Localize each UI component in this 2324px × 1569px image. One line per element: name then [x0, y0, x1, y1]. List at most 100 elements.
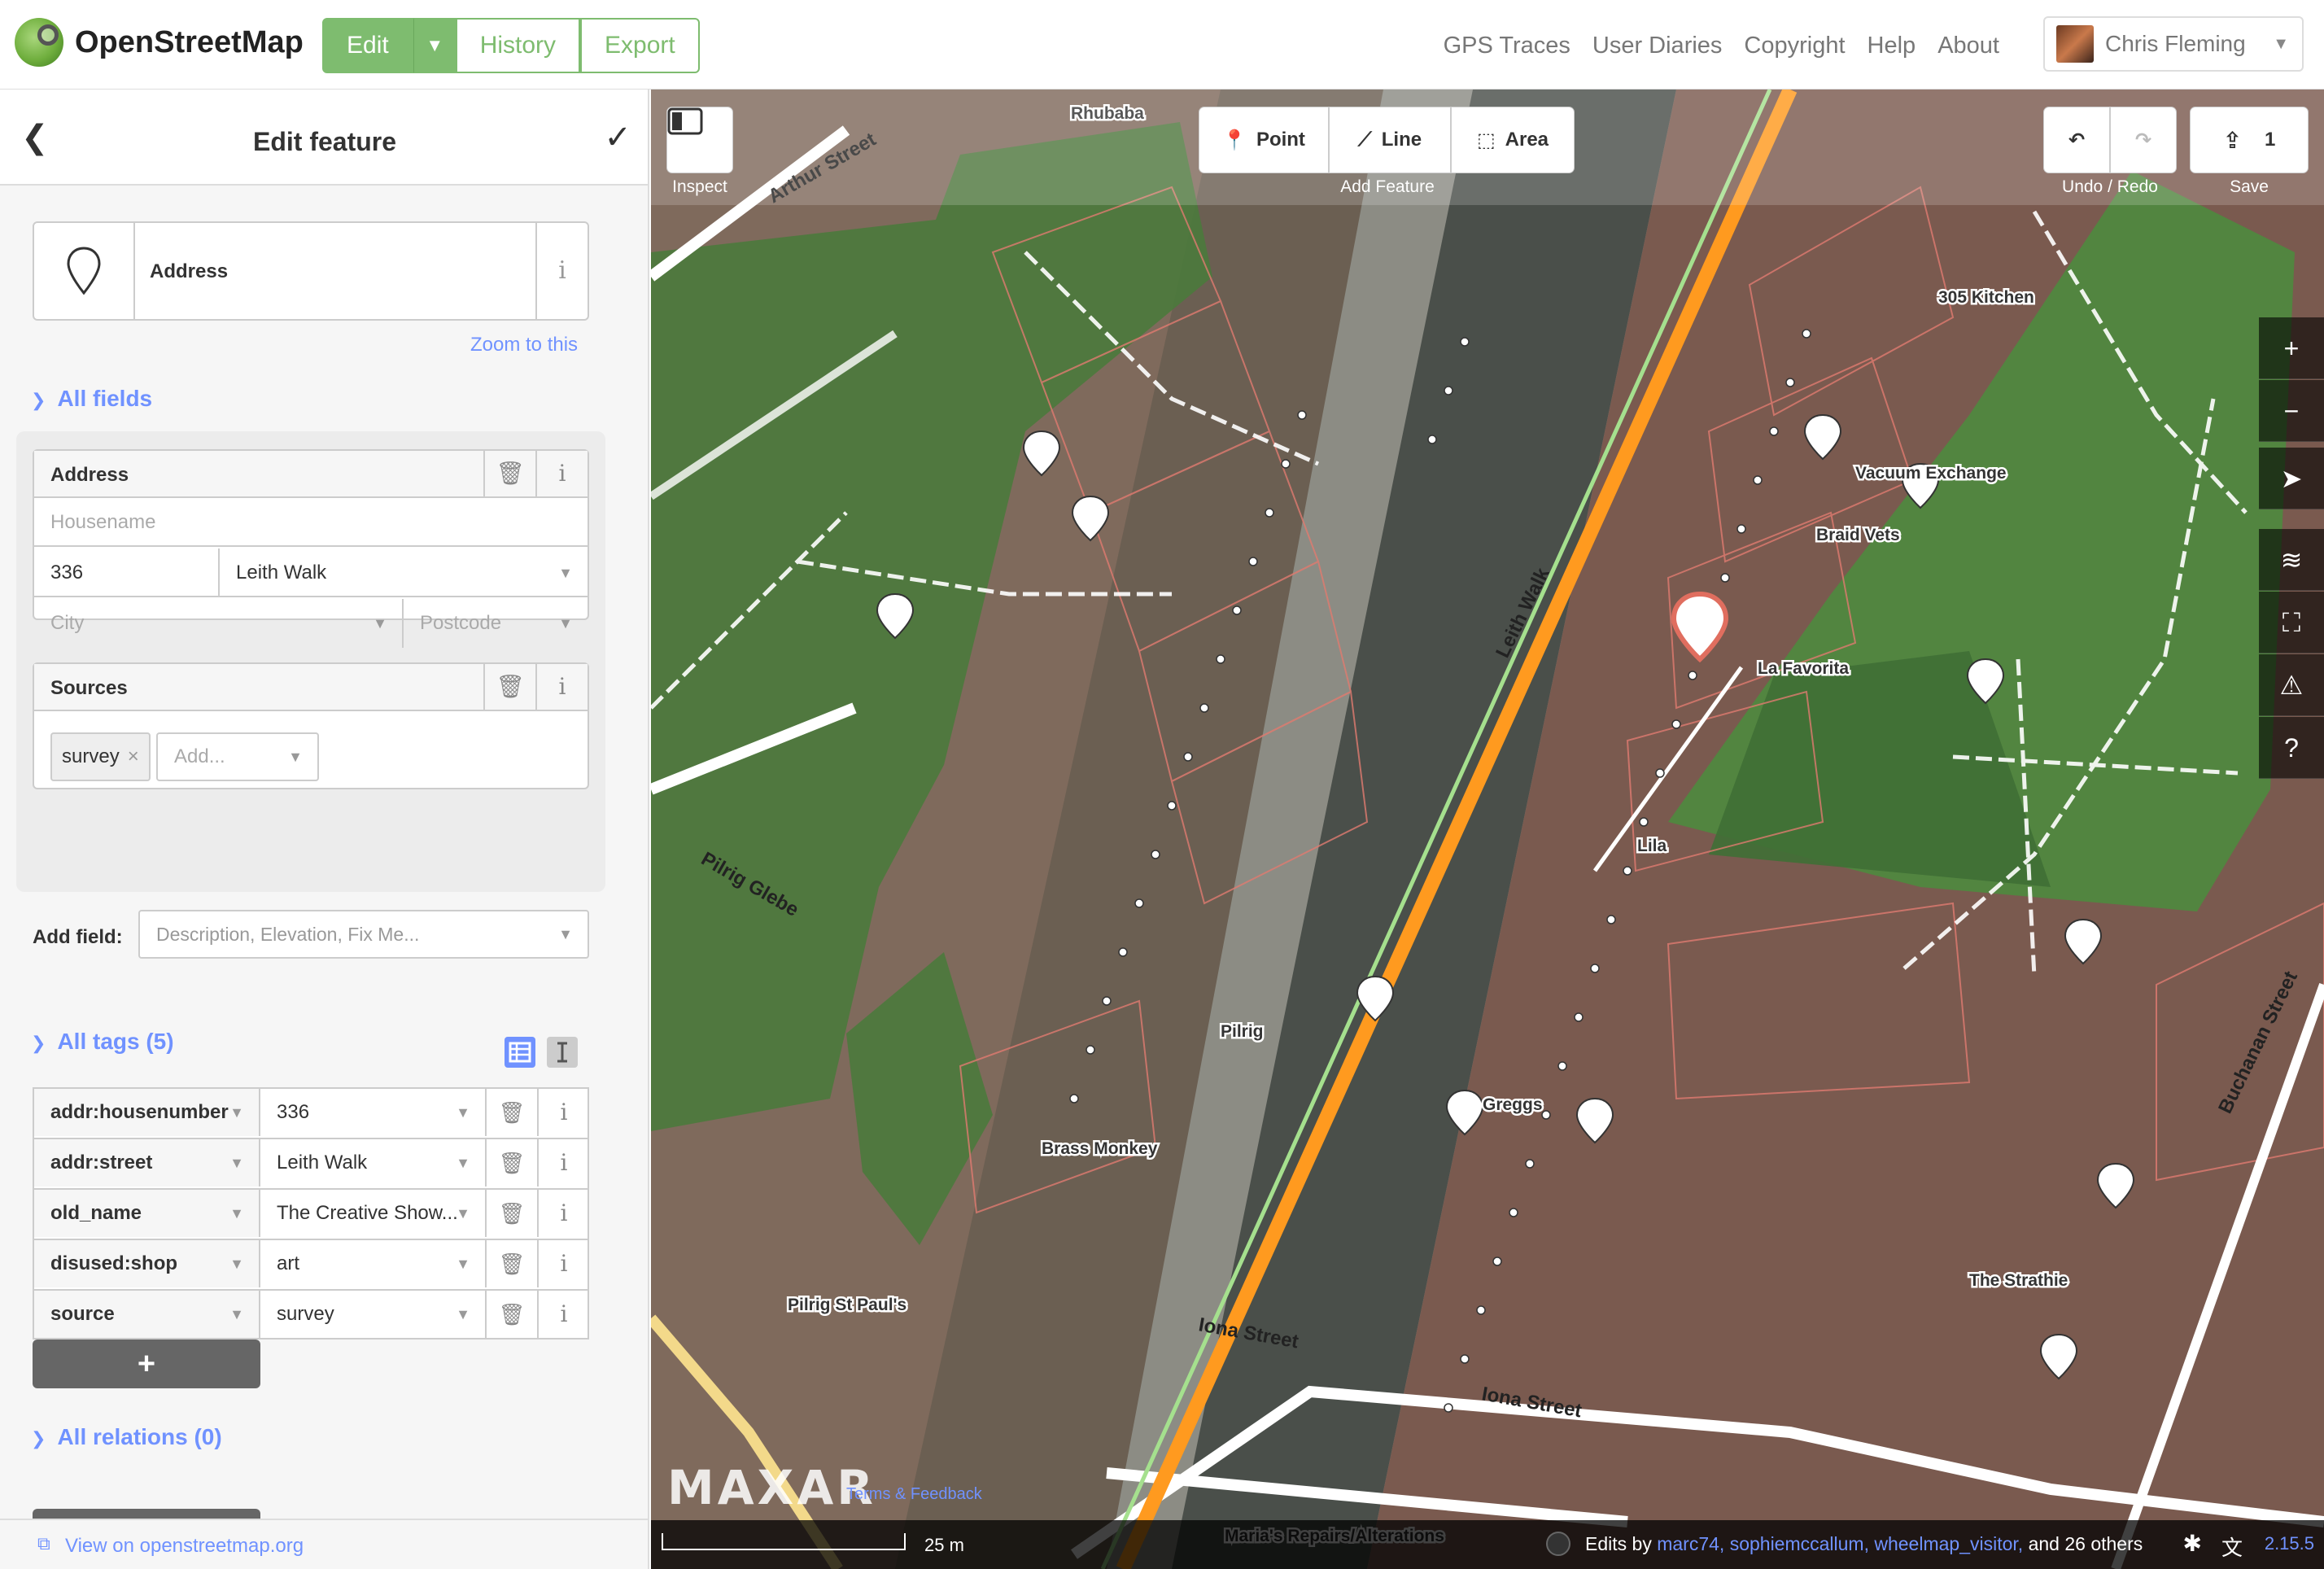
inspector-title: Edit feature	[252, 127, 397, 156]
language-icon[interactable]: 文	[2221, 1532, 2243, 1562]
nav-link-gps-traces[interactable]: GPS Traces	[1444, 33, 1570, 59]
list-view-icon[interactable]	[505, 1037, 535, 1068]
add-area-button[interactable]: ⬚ Area	[1452, 107, 1574, 173]
undo-icon[interactable]: ↶	[2044, 107, 2109, 173]
add-source-combo[interactable]: Add... ▼	[156, 732, 319, 781]
chevron-down-icon: ▼	[2273, 34, 2289, 53]
add-tag-button[interactable]: +	[33, 1340, 260, 1388]
tag-value: Leith Walk	[277, 1152, 368, 1173]
sources-field-label: Sources 🗑 i	[34, 664, 588, 711]
trash-icon[interactable]: 🗑	[487, 1089, 539, 1136]
tag-row: disused:shop ▼ art ▼ 🗑 i	[33, 1239, 589, 1289]
tag-key-combo[interactable]: addr:housenumber ▼	[34, 1089, 260, 1136]
sources-chips: survey × Add... ▼	[34, 711, 588, 788]
add-field-combo[interactable]: Description, Elevation, Fix Me... ▼	[138, 910, 589, 959]
edit-button[interactable]: Edit	[322, 18, 413, 73]
info-icon[interactable]: i	[539, 1240, 589, 1287]
avatar	[2056, 25, 2094, 63]
preset-info-icon[interactable]: i	[535, 223, 588, 319]
done-check-icon[interactable]: ✓	[604, 119, 631, 156]
osm-logo-icon	[15, 18, 63, 67]
nav-link-about[interactable]: About	[1937, 33, 1999, 59]
redo-icon[interactable]: ↷	[2111, 107, 2176, 173]
info-icon[interactable]: i	[539, 1089, 589, 1136]
history-button[interactable]: History	[456, 18, 581, 73]
tag-key-combo[interactable]: source ▼	[34, 1291, 260, 1338]
all-relations-toggle[interactable]: ❯ All relations (0)	[31, 1424, 222, 1450]
tag-key-combo[interactable]: disused:shop ▼	[34, 1240, 260, 1287]
trash-icon[interactable]: 🗑	[487, 1291, 539, 1338]
all-tags-label: All tags (5)	[57, 1029, 174, 1054]
info-icon[interactable]: i	[539, 1291, 589, 1338]
add-field-placeholder: Description, Elevation, Fix Me...	[156, 924, 420, 945]
save-count: 1	[2265, 129, 2276, 151]
info-icon[interactable]: i	[539, 1190, 589, 1237]
address-field: Address 🗑 i Housename 336 Leith Walk ▼ C…	[33, 449, 589, 648]
map-data-icon[interactable]: ⛶	[2259, 592, 2324, 653]
zoom-to-link[interactable]: Zoom to this	[470, 334, 578, 356]
nav-link-help[interactable]: Help	[1868, 33, 1916, 59]
user-menu[interactable]: Chris Fleming ▼	[2043, 16, 2304, 72]
trash-icon[interactable]: 🗑	[487, 1240, 539, 1287]
issues-warning-icon[interactable]: ⚠	[2259, 654, 2324, 716]
city-combo[interactable]: City ▼	[34, 599, 404, 648]
add-line-button[interactable]: ⟋ Line	[1330, 107, 1450, 173]
save-button[interactable]: ⇪ 1	[2191, 107, 2308, 173]
nav-link-user-diaries[interactable]: User Diaries	[1592, 33, 1723, 59]
geolocate-icon[interactable]: ➤	[2259, 448, 2324, 509]
street-value: Leith Walk	[236, 562, 327, 583]
tag-value-combo[interactable]: art ▼	[260, 1240, 487, 1287]
edit-dropdown-caret-icon[interactable]: ▼	[413, 18, 457, 73]
text-view-icon[interactable]	[547, 1037, 578, 1068]
undo-redo-label: Undo / Redo	[2062, 177, 2158, 196]
tag-value-combo[interactable]: Leith Walk ▼	[260, 1139, 487, 1187]
chevron-down-icon: ▼	[229, 1205, 244, 1222]
version-link[interactable]: 2.15.5	[2265, 1533, 2314, 1554]
zoom-in-icon[interactable]: +	[2259, 317, 2324, 379]
trash-icon[interactable]: 🗑	[483, 664, 535, 710]
housename-input[interactable]: Housename	[34, 498, 588, 547]
view-on-osm-link[interactable]: View on openstreetmap.org	[65, 1535, 304, 1558]
osm-logo[interactable]: OpenStreetMap	[15, 18, 304, 67]
help-icon[interactable]: ?	[2259, 717, 2324, 779]
source-chip[interactable]: survey ×	[50, 732, 151, 781]
editor-links[interactable]: marc74, sophiemccallum, wheelmap_visitor…	[1657, 1533, 2023, 1554]
area-icon: ⬚	[1476, 129, 1496, 151]
edits-attribution: Edits by marc74, sophiemccallum, wheelma…	[1585, 1533, 2143, 1555]
external-link-icon: ⧉	[37, 1533, 50, 1554]
history-panel-icon[interactable]	[1546, 1532, 1570, 1556]
tag-value-combo[interactable]: The Creative Show... ▼	[260, 1190, 487, 1237]
add-point-button[interactable]: 📍 Point	[1199, 107, 1328, 173]
info-icon[interactable]: i	[535, 664, 588, 710]
source-chip-label: survey	[62, 745, 120, 767]
sidebar-toggle-icon[interactable]	[667, 107, 732, 173]
preset-button[interactable]: Address i	[33, 221, 589, 321]
line-icon: ⟋	[1357, 129, 1372, 151]
tag-key-combo[interactable]: old_name ▼	[34, 1190, 260, 1237]
street-combo[interactable]: Leith Walk ▼	[220, 548, 588, 597]
zoom-out-icon[interactable]: −	[2259, 380, 2324, 442]
export-button[interactable]: Export	[580, 18, 700, 73]
nav-link-copyright[interactable]: Copyright	[1744, 33, 1845, 59]
terms-feedback-link[interactable]: Terms & Feedback	[846, 1485, 982, 1504]
tag-value-combo[interactable]: 336 ▼	[260, 1089, 487, 1136]
info-icon[interactable]: i	[535, 451, 588, 496]
tag-value: art	[277, 1252, 300, 1274]
chevron-down-icon: ▼	[229, 1104, 244, 1121]
remove-icon[interactable]: ×	[128, 745, 139, 767]
housenumber-input[interactable]: 336	[34, 548, 220, 597]
bug-icon[interactable]: ✱	[2183, 1530, 2202, 1557]
info-icon[interactable]: i	[539, 1139, 589, 1187]
all-fields-toggle[interactable]: ❯ All fields	[31, 386, 152, 412]
trash-icon[interactable]: 🗑	[487, 1139, 539, 1187]
trash-icon[interactable]: 🗑	[487, 1190, 539, 1237]
tag-key-combo[interactable]: addr:street ▼	[34, 1139, 260, 1187]
postcode-combo[interactable]: Postcode ▼	[404, 599, 588, 648]
map-canvas[interactable]: Rhubaba 305 Kitchen Vacuum Exchange Brai…	[651, 90, 2324, 1569]
tag-value-combo[interactable]: survey ▼	[260, 1291, 487, 1338]
scale-bar[interactable]	[661, 1532, 921, 1556]
trash-icon[interactable]: 🗑	[483, 451, 535, 496]
all-tags-toggle[interactable]: ❯ All tags (5)	[31, 1029, 174, 1055]
tag-table: addr:housenumber ▼ 336 ▼ 🗑 i addr:street ▼ …	[33, 1087, 589, 1340]
layers-icon[interactable]: ≋	[2259, 529, 2324, 591]
